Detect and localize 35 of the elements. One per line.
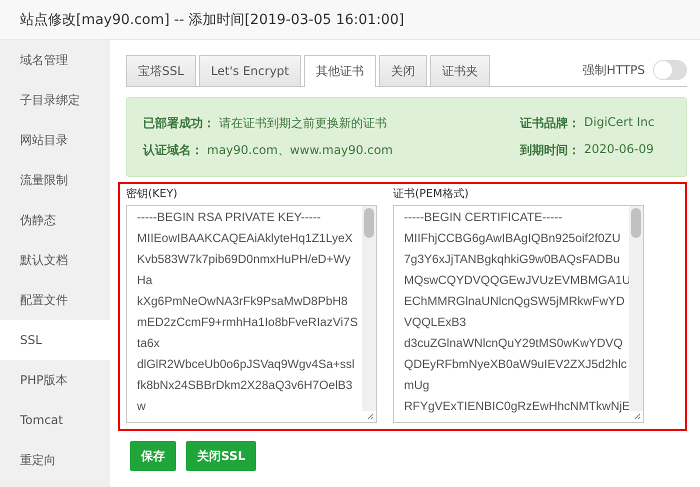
tab[interactable]: 宝塔SSL	[126, 55, 196, 86]
tab[interactable]: 关闭	[379, 55, 427, 86]
tab[interactable]: Let's Encrypt	[198, 55, 301, 86]
scrollbar[interactable]	[362, 206, 376, 411]
sidebar-item[interactable]: 网站目录	[0, 120, 110, 160]
status-label: 证书品牌：	[520, 115, 580, 132]
toggle-switch[interactable]	[653, 60, 687, 80]
field-label: 证书(PEM格式)	[393, 186, 470, 201]
tab[interactable]: 证书夹	[430, 55, 490, 86]
resize-grip-icon[interactable]	[367, 413, 374, 420]
sidebar-item[interactable]: 子目录绑定	[0, 80, 110, 120]
status-label: 认证域名：	[143, 142, 203, 159]
sidebar-item[interactable]: Tomcat	[0, 400, 110, 440]
text-area[interactable]: -----BEGIN RSA PRIVATE KEY----- MIIEowIBAAKCAQEAiAklyteHq1Z1LyeX Kvb583W7k7pib69D0nmxHuPH/eD+Wy Ha kXg6PmNeOwNA3rFk9PsaMwD8PbH8 mED2zCcmF9+rmhHa1Io8bFveRIazVi7S ta6x dlGlR2WbceUb0o6pJSVaq9Wgv4Sa+ssl fk8bNx24SBBrDkm2X28aQ3v6H7OelB3 w	[126, 205, 377, 423]
sidebar-item[interactable]: 重定向	[0, 440, 110, 480]
status-value: DigiCert Inc	[584, 115, 654, 131]
text-area[interactable]: -----BEGIN CERTIFICATE----- MIIFhjCCBG6gAwIBAgIQBn925oif2f0ZU 7g3Y6xJjTANBgkqhkiG9w0BAQsFADBu MQswCQYDVQQGEwJVUzEVMBMGA1U EChMMRGlnaUNlcnQgSW5jMRkwFwYD VQQLExB3 d3cuZGlnaWNlcnQuY29tMS0wKwYDVQ QDEyRFbmNyeXB0aW9uIEV2ZXJ5d2hlc mUg RFYgVExTIENBIC0gRzEwHhcNMTkwNjE	[393, 205, 644, 423]
sidebar-item[interactable]: 伪静态	[0, 200, 110, 240]
resize-grip-icon[interactable]	[634, 413, 641, 420]
status-value: may90.com、www.may90.com	[207, 142, 393, 159]
scrollbar[interactable]	[629, 206, 643, 411]
sidebar-item[interactable]: PHP版本	[0, 360, 110, 400]
force-https-label: 强制HTTPS	[582, 62, 645, 78]
sidebar-item[interactable]: SSL	[0, 320, 110, 360]
status-label: 到期时间：	[520, 142, 580, 159]
field-label: 密钥(KEY)	[126, 186, 178, 201]
sidebar-item[interactable]: 配置文件	[0, 280, 110, 320]
sidebar-item[interactable]: 流量限制	[0, 160, 110, 200]
status-label: 已部署成功：	[143, 115, 215, 132]
sidebar-item[interactable]: 默认文档	[0, 240, 110, 280]
status-value: 请在证书到期之前更换新的证书	[219, 115, 387, 132]
tab[interactable]: 其他证书	[304, 55, 376, 87]
status-value: 2020-06-09	[584, 142, 654, 158]
window-title: 站点修改[may90.com] -- 添加时间[2019-03-05 16:01:00]	[20, 10, 404, 28]
sidebar-item[interactable]: 域名管理	[0, 40, 110, 80]
